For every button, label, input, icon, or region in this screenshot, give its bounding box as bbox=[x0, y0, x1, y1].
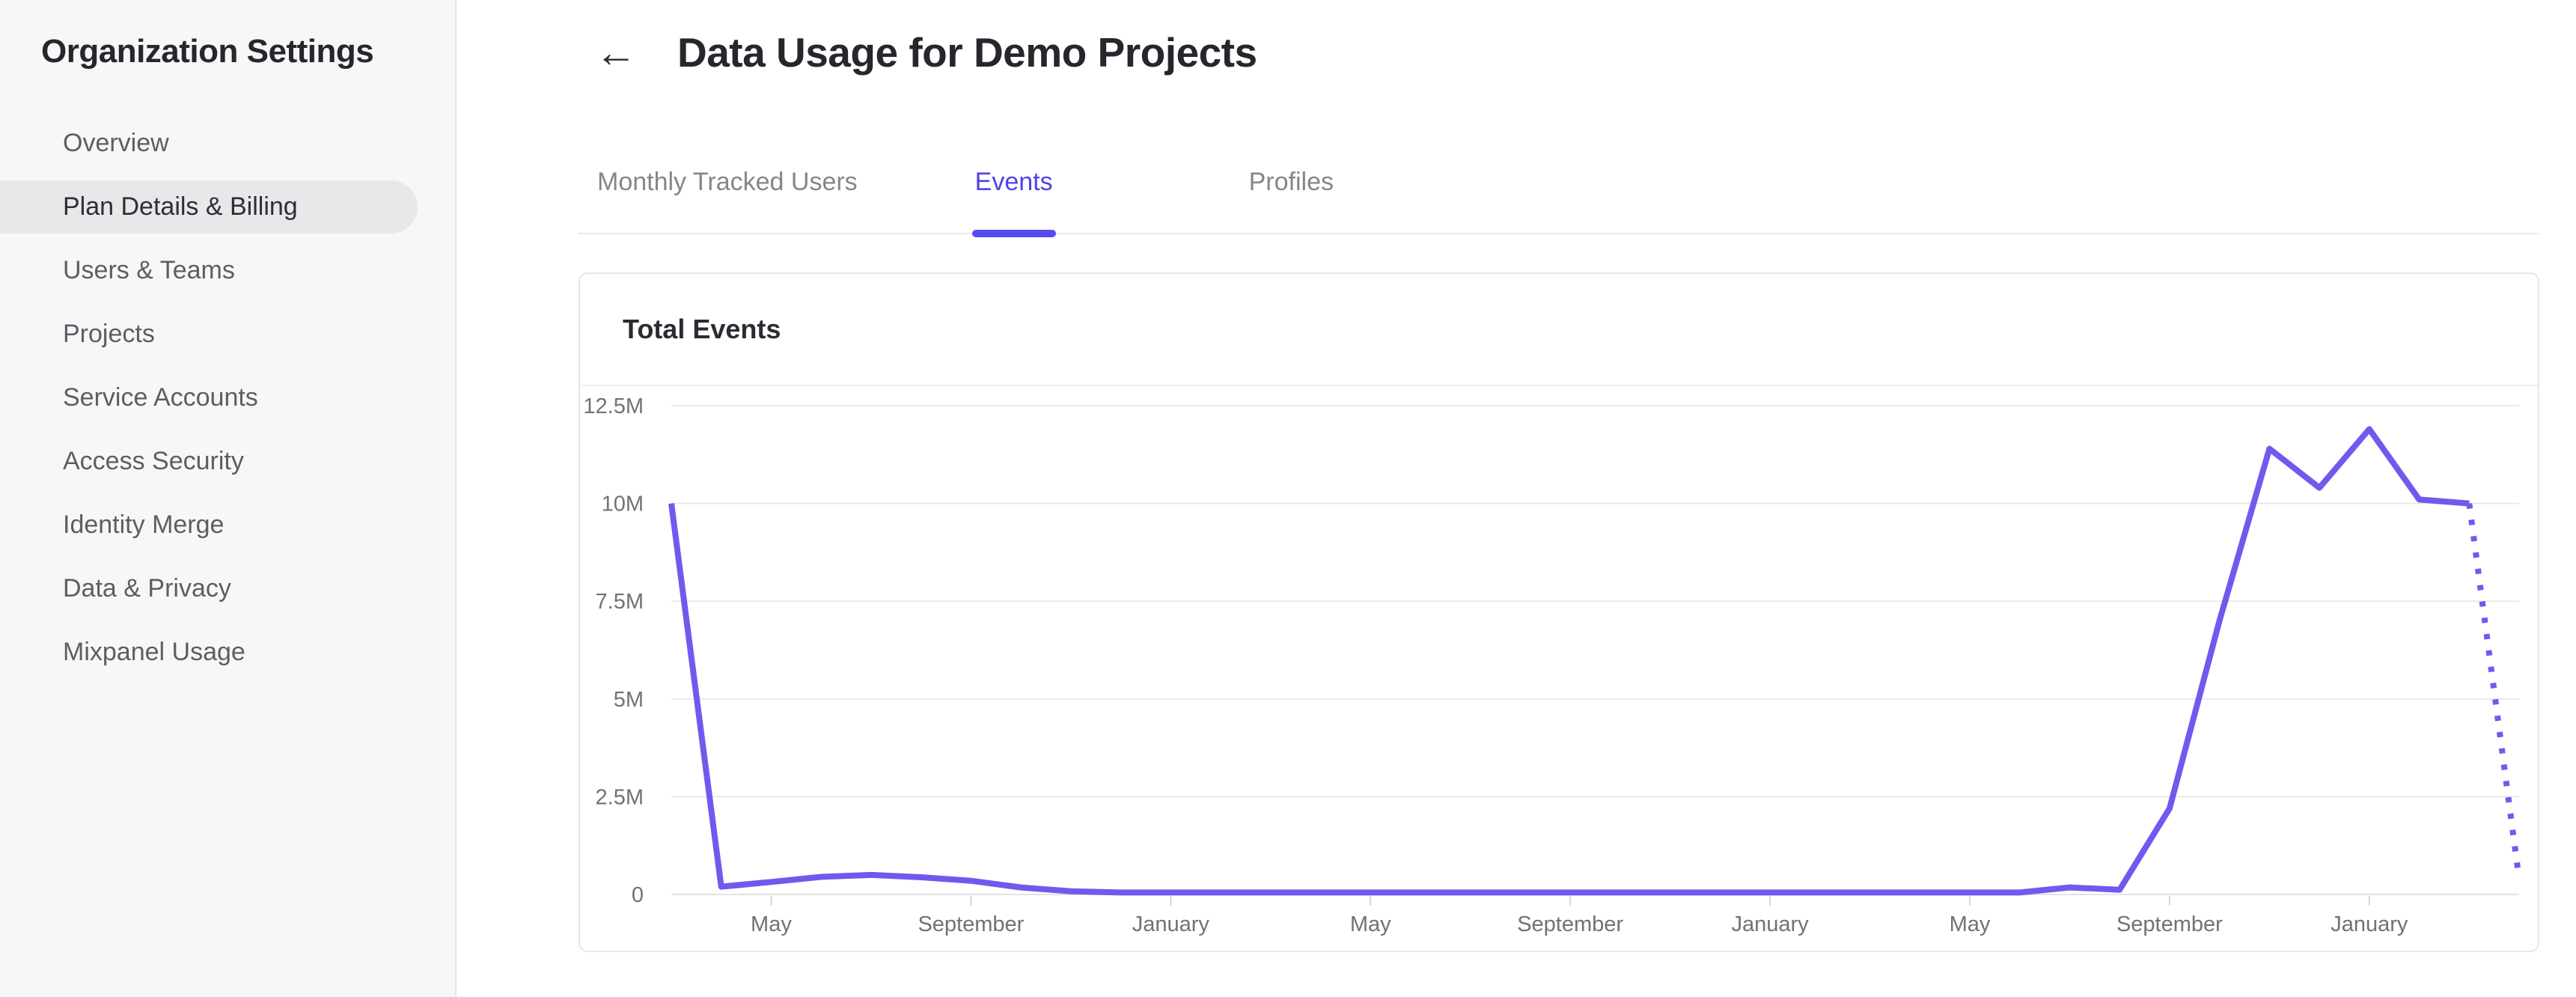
sidebar-item-label: Overview bbox=[63, 129, 169, 157]
sidebar-item-label: Service Accounts bbox=[63, 383, 258, 412]
x-axis-label: May bbox=[751, 912, 792, 936]
total-events-line-projection-dotted bbox=[2466, 503, 2522, 879]
sidebar-item-service-accounts[interactable]: Service Accounts bbox=[0, 371, 418, 424]
page-title: Data Usage for Demo Projects bbox=[677, 29, 1257, 76]
y-axis-label: 7.5M bbox=[596, 590, 644, 614]
organization-settings-sidebar: Organization Settings Overview Plan Deta… bbox=[0, 0, 457, 997]
x-axis-label: September bbox=[2116, 912, 2223, 936]
page-header: ← Data Usage for Demo Projects bbox=[595, 28, 2576, 76]
usage-tabs: Monthly Tracked Users Events Profiles bbox=[579, 147, 2539, 237]
sidebar-title: Organization Settings bbox=[41, 33, 374, 70]
sidebar-item-label: Plan Details & Billing bbox=[63, 192, 298, 221]
x-axis-label: May bbox=[1350, 912, 1391, 936]
events-chart[interactable]: 12.5M 10M 7.5M 5M 2.5M 0 May September January Ma… bbox=[580, 386, 2538, 951]
y-axis-label: 2.5M bbox=[596, 785, 644, 809]
tab-monthly-tracked-users[interactable]: Monthly Tracked Users bbox=[597, 147, 858, 233]
y-axis-label: 10M bbox=[602, 493, 644, 516]
sidebar-item-access-security[interactable]: Access Security bbox=[0, 435, 418, 488]
sidebar-item-overview[interactable]: Overview bbox=[0, 117, 418, 170]
main-content: ← Data Usage for Demo Projects Monthly T… bbox=[457, 0, 2576, 997]
y-axis-label: 0 bbox=[632, 883, 644, 907]
card-title: Total Events bbox=[623, 314, 781, 344]
sidebar-item-projects[interactable]: Projects bbox=[0, 308, 418, 361]
x-axis-label: January bbox=[2331, 912, 2408, 936]
sidebar-item-mixpanel-usage[interactable]: Mixpanel Usage bbox=[0, 626, 418, 679]
x-axis-label: January bbox=[1132, 912, 1210, 936]
sidebar-item-label: Identity Merge bbox=[63, 510, 225, 539]
y-axis-label: 12.5M bbox=[583, 394, 644, 418]
sidebar-item-identity-merge[interactable]: Identity Merge bbox=[0, 498, 418, 552]
x-axis-label: September bbox=[1517, 912, 1623, 936]
tab-events[interactable]: Events bbox=[971, 147, 1056, 237]
back-arrow-icon[interactable]: ← bbox=[595, 31, 649, 73]
y-axis-label: 5M bbox=[614, 688, 644, 712]
x-axis-label: January bbox=[1731, 912, 1809, 936]
sidebar-item-label: Mixpanel Usage bbox=[63, 638, 245, 666]
sidebar-item-plan-details-billing[interactable]: Plan Details & Billing bbox=[0, 180, 418, 234]
x-axis-label: May bbox=[1950, 912, 1991, 936]
sidebar-item-users-teams[interactable]: Users & Teams bbox=[0, 244, 418, 297]
sidebar-item-data-privacy[interactable]: Data & Privacy bbox=[0, 562, 418, 615]
sidebar-item-label: Projects bbox=[63, 320, 155, 348]
sidebar-nav: Overview Plan Details & Billing Users & … bbox=[0, 117, 455, 679]
sidebar-item-label: Data & Privacy bbox=[63, 574, 231, 603]
total-events-line bbox=[668, 426, 2470, 896]
sidebar-item-label: Users & Teams bbox=[63, 256, 235, 284]
card-header: Total Events bbox=[580, 274, 2538, 386]
tab-profiles[interactable]: Profiles bbox=[1249, 147, 1334, 233]
sidebar-item-label: Access Security bbox=[63, 447, 244, 475]
x-axis-label: September bbox=[918, 912, 1024, 936]
total-events-card: Total Events 12.5M 10M 7.5M 5M 2.5M 0 May Septe… bbox=[579, 272, 2539, 952]
events-chart-svg: 12.5M 10M 7.5M 5M 2.5M 0 May September January Ma… bbox=[583, 394, 2522, 936]
